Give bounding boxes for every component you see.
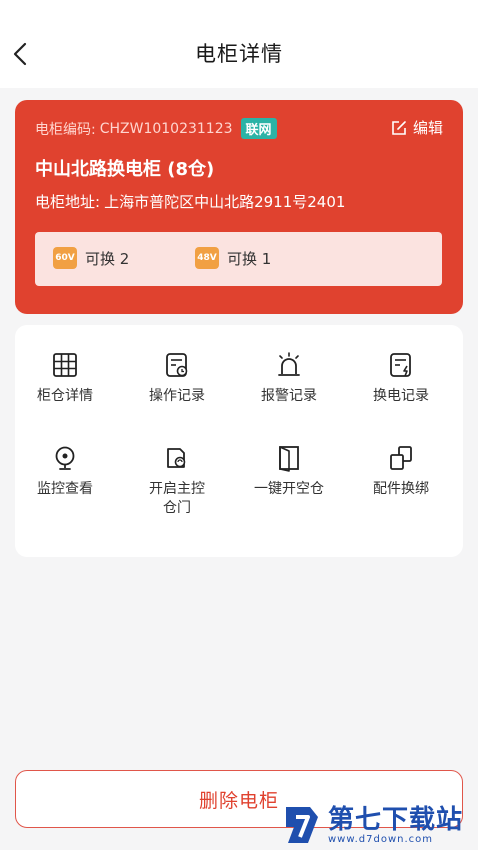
swap-item-48v: 48V 可换 1 xyxy=(195,247,271,269)
swap-count: 可换 2 xyxy=(85,249,130,268)
function-label: 报警记录 xyxy=(261,388,317,404)
swap-log-icon xyxy=(390,353,411,377)
door-icon xyxy=(279,446,299,472)
swap-item-60v: 60V 可换 2 xyxy=(53,247,129,269)
cabinet-card: 电柜编码: CHZW1010231123 联网 编辑 中山北路换电柜 (8仓) … xyxy=(15,100,463,314)
function-alarm-log[interactable]: 报警记录 xyxy=(239,351,339,406)
watermark-logo-icon xyxy=(286,807,318,843)
grid-icon xyxy=(53,353,77,377)
function-open-main-door[interactable]: 开启主控 仓门 xyxy=(127,444,227,518)
function-label: 一键开空仓 xyxy=(254,481,324,497)
voltage-badge: 48V xyxy=(195,247,219,269)
cabinet-address-label: 电柜地址: xyxy=(35,193,101,211)
camera-icon xyxy=(55,446,75,470)
function-operation-log[interactable]: 操作记录 xyxy=(127,351,227,406)
function-accessory-rebind[interactable]: 配件换绑 xyxy=(351,444,451,499)
status-badge: 联网 xyxy=(240,118,277,139)
function-label: 操作记录 xyxy=(149,388,205,404)
open-door-icon xyxy=(167,448,186,468)
function-label: 开启主控 仓门 xyxy=(149,481,205,516)
cabinet-address-value: 上海市普陀区中山北路2911号2401 xyxy=(104,193,346,211)
function-open-empty-bay[interactable]: 一键开空仓 xyxy=(239,444,339,499)
function-cabinet-details[interactable]: 柜仓详情 xyxy=(15,351,115,406)
nav-bar: 电柜详情 xyxy=(0,0,478,88)
edit-label: 编辑 xyxy=(412,119,443,137)
edit-button[interactable]: 编辑 xyxy=(391,117,443,138)
voltage-badge: 60V xyxy=(53,247,77,269)
function-label: 柜仓详情 xyxy=(37,388,93,404)
cabinet-code: CHZW1010231123 xyxy=(99,120,233,137)
edit-icon xyxy=(392,120,406,135)
function-swap-log[interactable]: 换电记录 xyxy=(351,351,451,406)
swap-count: 可换 1 xyxy=(227,249,272,268)
function-monitor-view[interactable]: 监控查看 xyxy=(15,444,115,499)
watermark-name: 第七下载站 xyxy=(328,804,464,835)
watermark: 第七下载站 www.d7down.com xyxy=(282,800,478,850)
swap-availability: 60V 可换 2 48V 可换 1 xyxy=(35,232,442,286)
operation-log-icon xyxy=(166,353,188,377)
cabinet-address: 电柜地址: 上海市普陀区中山北路2911号2401 xyxy=(35,191,345,212)
watermark-url: www.d7down.com xyxy=(328,833,434,845)
cabinet-code-row: 电柜编码: CHZW1010231123 联网 xyxy=(35,118,277,139)
function-label: 监控查看 xyxy=(37,481,93,497)
function-label: 配件换绑 xyxy=(373,481,429,497)
alarm-icon xyxy=(278,352,300,376)
cabinet-code-label: 电柜编码: xyxy=(35,121,96,138)
page-title: 电柜详情 xyxy=(195,42,283,66)
cabinet-name: 中山北路换电柜 (8仓) xyxy=(35,159,215,180)
function-grid: 柜仓详情 操作记录 报警记录 换电记录 监控查看 开启主控 仓门 一键开空仓 配… xyxy=(15,325,463,557)
rebind-icon xyxy=(390,446,412,470)
function-label: 换电记录 xyxy=(373,388,429,404)
